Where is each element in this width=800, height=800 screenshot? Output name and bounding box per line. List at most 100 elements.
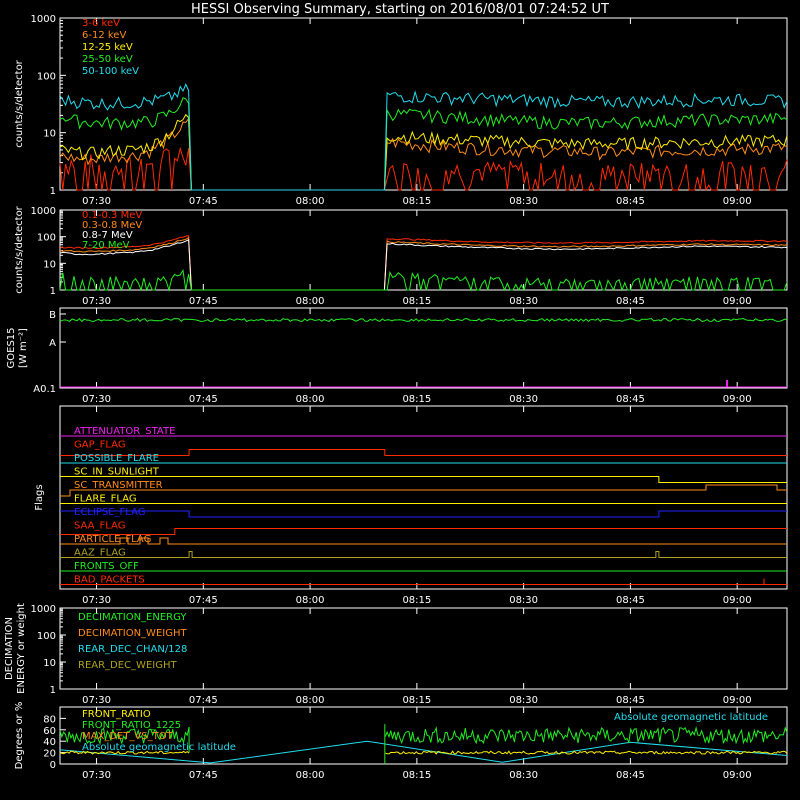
time-tick-label: 09:00 xyxy=(723,595,752,606)
time-tick-label: 07:45 xyxy=(189,196,218,207)
figure-title: HESSI Observing Summary, starting on 201… xyxy=(191,2,609,17)
y-tick-label: 1000 xyxy=(31,14,56,25)
time-tick-label: 07:45 xyxy=(189,695,218,706)
y-tick-label: 100 xyxy=(37,631,56,642)
panel-frame xyxy=(59,209,788,291)
legend-entry: DECIMATION_WEIGHT xyxy=(78,628,187,639)
y-tick-label: 10 xyxy=(43,129,56,140)
flag-line xyxy=(60,537,787,545)
y-tick-label: 40 xyxy=(43,737,56,748)
legend-entry: REAR_DEC_WEIGHT xyxy=(78,660,177,671)
flag-line xyxy=(60,510,787,518)
flag-line xyxy=(60,449,787,456)
y-tick-label: A xyxy=(49,338,56,349)
time-tick-label: 09:00 xyxy=(723,394,752,405)
time-tick-label: 07:30 xyxy=(82,196,111,207)
panel-flags: 07:30 07:45 08:00 08:15 08:30 08:45 09:00 Flags… xyxy=(34,405,788,606)
time-tick-label: 08:30 xyxy=(509,770,538,781)
flag-label: AAZ_FLAG xyxy=(74,548,126,559)
y-tick-label: 80 xyxy=(43,714,56,725)
time-tick-label: 07:30 xyxy=(82,695,111,706)
time-tick-label: 07:45 xyxy=(189,595,218,606)
time-tick-label: 08:45 xyxy=(616,595,645,606)
time-tick-label: 08:15 xyxy=(402,196,431,207)
series-line-3 xyxy=(59,268,788,292)
y-axis-label: DECIMATION xyxy=(4,617,15,680)
time-tick-label: 08:30 xyxy=(509,595,538,606)
legend-entry: 7-20 MeV xyxy=(82,240,130,251)
geomagnetic-annotation: Absolute geomagnetic latitude xyxy=(614,712,768,723)
flag-label: POSSIBLE_FLARE xyxy=(74,453,159,464)
flag-line xyxy=(60,476,787,483)
y-axis-unit: [W m⁻²] xyxy=(18,328,29,368)
y-tick-label: A0.1 xyxy=(33,384,56,395)
flag-label: SC_TRANSMITTER xyxy=(74,480,163,491)
time-tick-label: 08:30 xyxy=(509,394,538,405)
y-tick-label: 10 xyxy=(43,658,56,669)
panel-ratios: 07:30 07:45 08:00 08:15 08:30 08:45 09:00 02040… xyxy=(14,702,788,781)
legend-entry: 25-50 keV xyxy=(82,54,133,65)
legend-entry: 12-25 keV xyxy=(82,42,133,53)
y-tick-label: 20 xyxy=(43,749,56,760)
y-tick-label: 1000 xyxy=(31,604,56,615)
series-line-1 xyxy=(59,236,788,291)
legend-entry: FRONT_RATIO xyxy=(82,709,151,720)
time-tick-label: 09:00 xyxy=(723,770,752,781)
time-tick-label: 08:00 xyxy=(296,695,325,706)
y-axis-label-2: ENERGY or weight xyxy=(16,603,27,694)
panel-decimation: 07:30 07:45 08:00 08:15 08:30 08:45 09:00 1 10 10… xyxy=(4,603,788,706)
flag-label: ATTENUATOR_STATE xyxy=(74,426,175,437)
flag-label: SAA_FLAG xyxy=(74,521,125,532)
series-line-2 xyxy=(59,239,788,291)
y-tick-label: 0 xyxy=(50,760,56,771)
legend-entry: 6-12 keV xyxy=(82,30,126,41)
flag-line xyxy=(60,528,787,535)
y-tick-label: B xyxy=(49,310,56,321)
time-tick-label: 08:45 xyxy=(616,695,645,706)
time-tick-label: 07:30 xyxy=(82,595,111,606)
y-tick-label: 1 xyxy=(50,685,56,696)
y-tick-label: 1 xyxy=(50,186,56,197)
y-axis-label: Degrees or % xyxy=(14,702,25,770)
series-line-0 xyxy=(59,146,788,192)
legend-entry: Absolute geomagnetic latitude xyxy=(82,742,236,753)
flag-label: FLARE_FLAG xyxy=(74,494,137,505)
panel-panel2: 07:30 07:45 08:00 08:15 08:30 08:45 09:00 1 10 10… xyxy=(14,205,788,307)
time-tick-label: 08:30 xyxy=(509,296,538,307)
flag-line xyxy=(60,551,787,558)
time-tick-label: 09:00 xyxy=(723,695,752,706)
time-tick-label: 07:30 xyxy=(82,296,111,307)
panel-frame xyxy=(59,17,788,191)
legend-entry: 3-6 keV xyxy=(82,18,120,29)
time-tick-label: 08:00 xyxy=(296,296,325,307)
time-tick-label: 08:45 xyxy=(616,394,645,405)
time-tick-label: 09:00 xyxy=(723,296,752,307)
legend-entry: 50-100 keV xyxy=(82,66,139,77)
y-tick-label: 60 xyxy=(43,726,56,737)
y-axis-label: counts/s/detector xyxy=(14,205,25,293)
legend-entry: DECIMATION_ENERGY xyxy=(78,612,187,623)
time-tick-label: 08:00 xyxy=(296,196,325,207)
series-line-4 xyxy=(59,83,788,191)
flag-line xyxy=(60,484,787,497)
y-tick-label: 10 xyxy=(43,259,56,270)
legend-entry: FRONT_RATIO_1225 xyxy=(82,720,181,731)
panel-panel1: 07:30 07:45 08:00 08:15 08:30 08:45 09:00 1 10 10… xyxy=(14,14,788,207)
time-tick-label: 08:45 xyxy=(616,296,645,307)
y-tick-label: 100 xyxy=(37,233,56,244)
time-tick-label: 07:30 xyxy=(82,770,111,781)
time-tick-label: 08:15 xyxy=(402,394,431,405)
time-tick-label: 09:00 xyxy=(723,196,752,207)
time-tick-label: 08:45 xyxy=(616,770,645,781)
y-axis-label: GOES15 xyxy=(6,327,17,368)
time-tick-label: 08:00 xyxy=(296,595,325,606)
flag-label: SC_IN_SUNLIGHT xyxy=(74,467,160,478)
y-tick-label: 1 xyxy=(50,286,56,297)
flag-label: BAD_PACKETS xyxy=(74,575,145,586)
time-tick-label: 07:45 xyxy=(189,296,218,307)
goes-flux-line xyxy=(59,317,788,323)
y-tick-label: 1000 xyxy=(31,206,56,217)
y-axis-label: Flags xyxy=(34,484,45,510)
legend-entry: REAR_DEC_CHAN/128 xyxy=(78,644,187,655)
time-tick-label: 08:15 xyxy=(402,296,431,307)
